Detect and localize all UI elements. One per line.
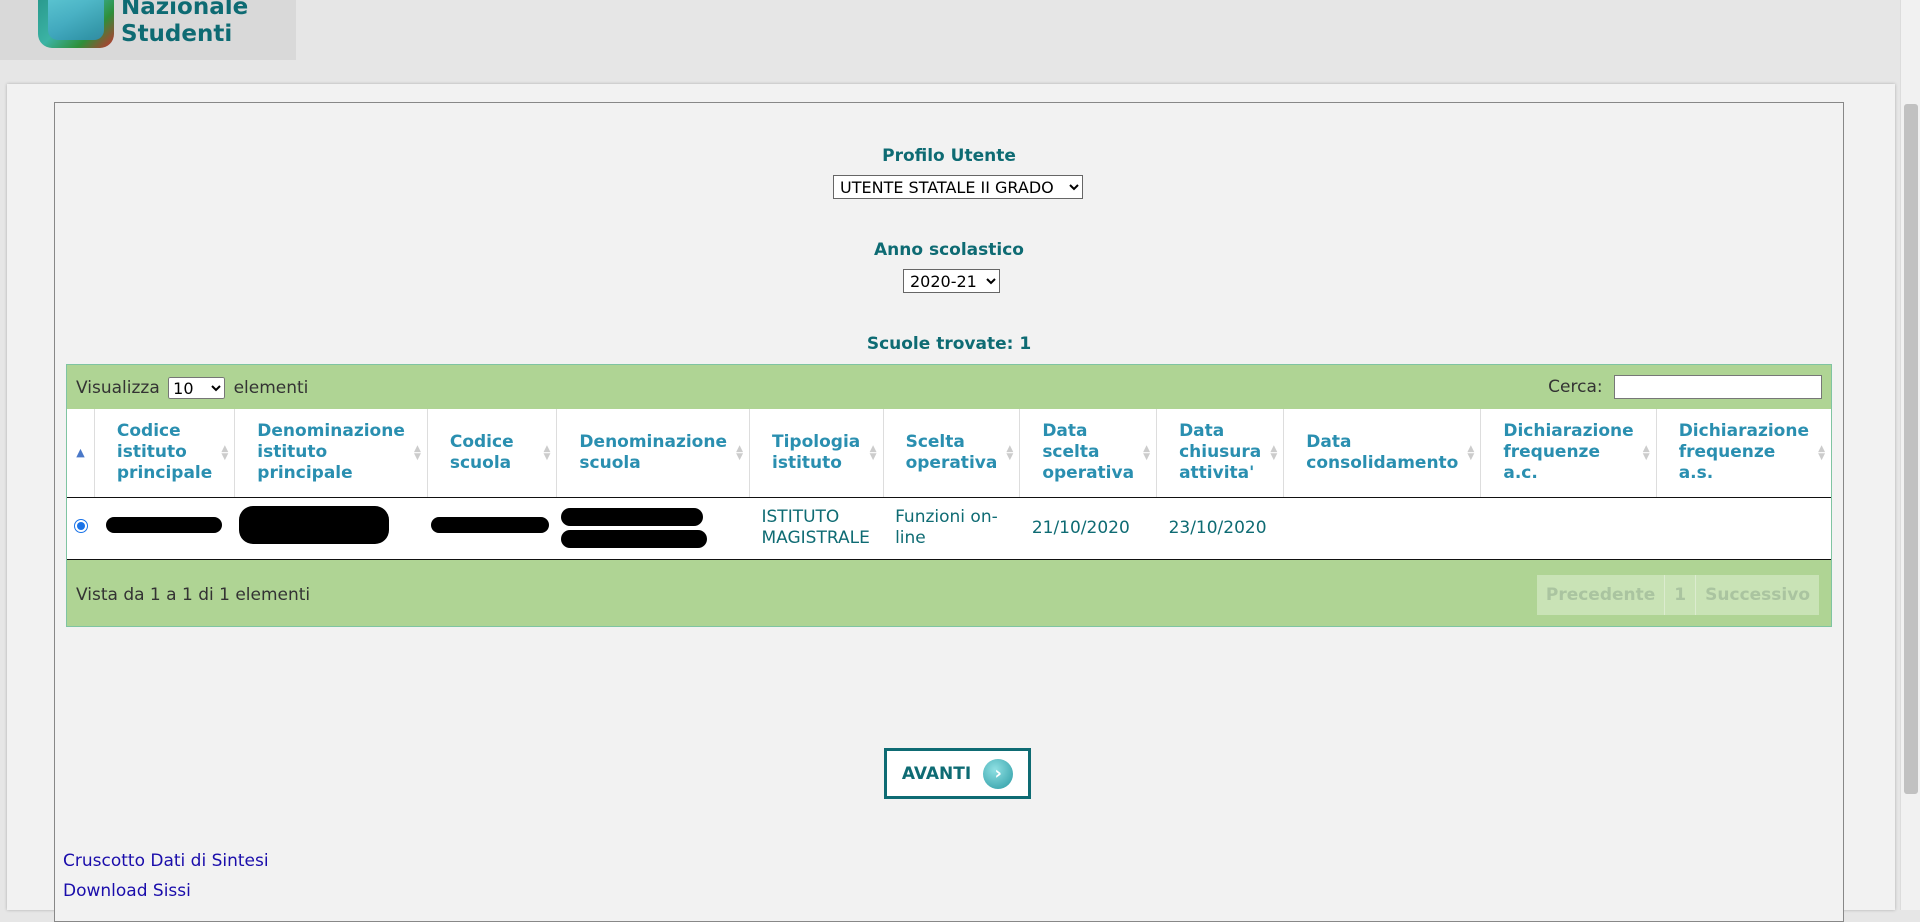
page-length-select[interactable]: 10 bbox=[168, 377, 226, 399]
sort-icon: ▲ ▼ bbox=[1143, 443, 1151, 462]
schools-table-wrapper: Visualizza 10 elementi Cerca: ▲ Codice i… bbox=[66, 364, 1832, 627]
sort-icon: ▲ ▼ bbox=[413, 443, 421, 462]
content-frame: Profilo Utente UTENTE STATALE II GRADO A… bbox=[54, 102, 1844, 922]
col-header-label: Data consolidamento bbox=[1306, 431, 1459, 473]
pagination: Precedente 1 Successivo bbox=[1536, 575, 1819, 615]
next-button[interactable]: AVANTI › bbox=[884, 748, 1031, 799]
pagination-page-button[interactable]: 1 bbox=[1665, 575, 1697, 615]
pagination-next-button[interactable]: Successivo bbox=[1696, 575, 1819, 615]
cell-denominazione-istituto bbox=[234, 497, 428, 560]
logo-text: Nazionale Studenti bbox=[121, 0, 248, 48]
col-header-label: Dichiarazione frequenze a.c. bbox=[1503, 421, 1634, 484]
cell-data-consolidamento bbox=[1283, 497, 1481, 560]
app-logo: Nazionale Studenti bbox=[0, 0, 296, 60]
sort-icon: ▲ ▼ bbox=[736, 443, 743, 462]
col-header[interactable]: Data scelta operativa ▲ ▼ bbox=[1019, 409, 1158, 498]
year-select[interactable]: 2020-21 bbox=[903, 269, 1000, 293]
main-panel: Profilo Utente UTENTE STATALE II GRADO A… bbox=[7, 84, 1895, 922]
sort-icon: ▲ ▼ bbox=[1006, 443, 1014, 462]
page-length-label: Visualizza bbox=[76, 378, 160, 398]
sort-icon: ▲ ▼ bbox=[869, 443, 877, 462]
redacted-block bbox=[431, 517, 550, 533]
cell-codice-scuola bbox=[427, 497, 557, 560]
link-download-sissi[interactable]: Download Sissi bbox=[63, 881, 191, 901]
table-footer: Vista da 1 a 1 di 1 elementi Precedente … bbox=[67, 559, 1831, 626]
col-header[interactable]: Scelta operativa ▲ ▼ bbox=[883, 409, 1021, 498]
cell-codice-istituto bbox=[94, 497, 235, 560]
cell-data-chiusura: 23/10/2020 bbox=[1156, 497, 1284, 560]
pagination-prev-button[interactable]: Precedente bbox=[1537, 575, 1666, 615]
sort-icon: ▲ ▼ bbox=[1467, 443, 1475, 462]
redacted-block bbox=[106, 517, 223, 533]
search-label: Cerca: bbox=[1548, 377, 1603, 397]
col-header[interactable]: Codice scuola ▲ ▼ bbox=[427, 409, 558, 498]
col-header[interactable]: Dichiarazione frequenze a.c. ▲ ▼ bbox=[1480, 409, 1657, 498]
col-header[interactable]: Tipologia istituto ▲ ▼ bbox=[749, 409, 884, 498]
redacted-block bbox=[560, 530, 707, 548]
col-header[interactable]: Dichiarazione frequenze a.s. ▲ ▼ bbox=[1656, 409, 1831, 498]
logo-line-2: Studenti bbox=[121, 21, 233, 47]
sort-icon: ▲ ▼ bbox=[1270, 443, 1278, 462]
sort-icon: ▲ ▼ bbox=[1642, 443, 1650, 462]
sort-icon: ▲ ▼ bbox=[543, 443, 551, 462]
link-cruscotto[interactable]: Cruscotto Dati di Sintesi bbox=[63, 851, 269, 871]
col-header-label: Codice scuola bbox=[449, 431, 514, 473]
row-radio[interactable] bbox=[73, 518, 88, 533]
redacted-block bbox=[238, 506, 389, 544]
schools-found-count: Scuole trovate: 1 bbox=[866, 334, 1032, 354]
cell-scelta-operativa: Funzioni on-line bbox=[883, 497, 1020, 560]
cell-tipologia: ISTITUTO MAGISTRALE bbox=[749, 497, 884, 560]
col-header-label: Tipologia istituto bbox=[772, 431, 861, 473]
sort-asc-icon: ▲ bbox=[76, 446, 85, 460]
table-row[interactable]: ISTITUTO MAGISTRALE Funzioni on-line 21/… bbox=[67, 497, 1831, 560]
profile-label: Profilo Utente bbox=[882, 146, 1016, 166]
cell-frequenze-ac bbox=[1480, 497, 1657, 560]
col-header[interactable]: Data chiusura attivita' ▲ ▼ bbox=[1156, 409, 1285, 498]
logo-mark-icon bbox=[38, 0, 114, 48]
logo-line-1: Nazionale bbox=[121, 0, 249, 20]
scrollbar-thumb[interactable] bbox=[1904, 104, 1918, 794]
col-header-label: Scelta operativa bbox=[905, 431, 998, 473]
cell-frequenze-as bbox=[1656, 497, 1831, 560]
col-header[interactable]: Denominazione istituto principale ▲ ▼ bbox=[234, 409, 428, 498]
page-length-suffix: elementi bbox=[233, 378, 309, 398]
search-control: Cerca: bbox=[1548, 375, 1822, 399]
table-info: Vista da 1 a 1 di 1 elementi bbox=[76, 585, 311, 605]
col-header-label: Data scelta operativa bbox=[1042, 421, 1135, 484]
schools-table: ▲ Codice istituto principale ▲ ▼ Denominaz… bbox=[67, 409, 1831, 560]
page-scrollbar[interactable] bbox=[1900, 0, 1920, 910]
profile-select[interactable]: UTENTE STATALE II GRADO bbox=[833, 175, 1083, 199]
sort-icon: ▲ ▼ bbox=[221, 443, 229, 462]
col-header[interactable]: Codice istituto principale ▲ ▼ bbox=[94, 409, 236, 498]
col-header[interactable]: Denominazione scuola ▲ ▼ bbox=[556, 409, 750, 498]
col-header-label: Dichiarazione frequenze a.s. bbox=[1678, 421, 1809, 484]
cell-denominazione-scuola bbox=[556, 497, 750, 560]
page-length-control: Visualizza 10 elementi bbox=[76, 377, 308, 399]
cell-data-scelta: 21/10/2020 bbox=[1019, 497, 1157, 560]
select-column-header[interactable]: ▲ bbox=[67, 409, 95, 498]
search-input[interactable] bbox=[1614, 375, 1822, 399]
col-header-label: Denominazione istituto principale bbox=[257, 421, 405, 484]
table-toolbar: Visualizza 10 elementi Cerca: bbox=[67, 365, 1831, 409]
redacted-block bbox=[560, 508, 703, 526]
next-button-label: AVANTI bbox=[901, 763, 972, 784]
row-select-cell[interactable] bbox=[67, 497, 95, 560]
col-header-label: Codice istituto principale bbox=[116, 421, 213, 484]
col-header[interactable]: Data consolidamento ▲ ▼ bbox=[1283, 409, 1482, 498]
col-header-label: Data chiusura attivita' bbox=[1179, 421, 1262, 484]
sort-icon: ▲ ▼ bbox=[1818, 443, 1825, 462]
year-label: Anno scolastico bbox=[874, 240, 1024, 260]
table-header-row: ▲ Codice istituto principale ▲ ▼ Denominaz… bbox=[67, 409, 1831, 498]
arrow-right-icon: › bbox=[983, 758, 1014, 789]
col-header-label: Denominazione scuola bbox=[579, 431, 727, 473]
